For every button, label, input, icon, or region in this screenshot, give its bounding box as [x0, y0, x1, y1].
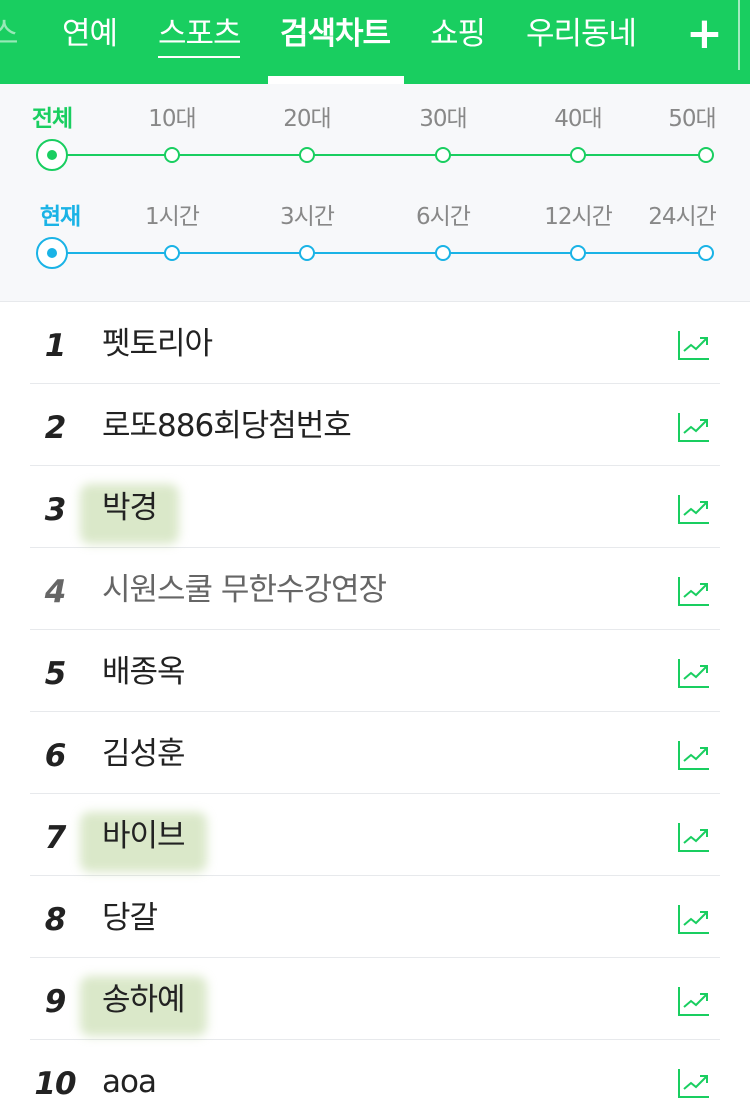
ranking-item[interactable]: 4 시원스쿨 무한수강연장 — [0, 548, 750, 630]
ranking-item[interactable]: 8 당갈 — [0, 876, 750, 958]
time-slider-stop[interactable] — [698, 245, 714, 261]
rank-keyword[interactable]: aoa — [102, 1060, 157, 1104]
ranking-item[interactable]: 9 송하예 — [0, 958, 750, 1040]
time-slider-stop[interactable] — [435, 245, 451, 261]
active-tab-indicator — [268, 76, 404, 84]
tab-shopping[interactable]: 쇼핑 — [430, 12, 486, 56]
tab-sports[interactable]: 스포츠 — [158, 12, 242, 56]
rank-keyword[interactable]: 당갈 — [102, 896, 158, 940]
rank-number: 5 — [44, 656, 67, 692]
age-slider-stop[interactable] — [164, 147, 180, 163]
time-label-24h[interactable]: 24시간 — [648, 202, 717, 232]
trend-chart-icon[interactable] — [676, 818, 712, 854]
age-slider-stop[interactable] — [299, 147, 315, 163]
nav-edge-divider — [738, 0, 740, 70]
trend-chart-icon[interactable] — [676, 490, 712, 526]
rank-keyword[interactable]: 로또886회당첨번호 — [102, 404, 352, 448]
time-label-3h[interactable]: 3시간 — [280, 202, 335, 232]
rank-number: 4 — [44, 574, 67, 610]
rank-number: 10 — [34, 1066, 76, 1102]
rank-keyword[interactable]: 배종옥 — [102, 650, 186, 694]
age-slider-handle[interactable] — [36, 139, 68, 171]
trend-chart-icon[interactable] — [676, 1064, 712, 1100]
top-navigation: 스 연예 스포츠 검색차트 쇼핑 우리동네 + — [0, 0, 750, 84]
trend-chart-icon[interactable] — [676, 654, 712, 690]
time-label-1h[interactable]: 1시간 — [145, 202, 200, 232]
filter-panel: 전체 10대 20대 30대 40대 50대 현재 1시간 3시간 6시간 12… — [0, 84, 750, 302]
rank-keyword[interactable]: 박경 — [102, 486, 158, 530]
trend-chart-icon[interactable] — [676, 326, 712, 362]
time-slider-stop[interactable] — [299, 245, 315, 261]
time-slider-stop[interactable] — [164, 245, 180, 261]
age-label-all[interactable]: 전체 — [32, 104, 73, 134]
age-label-50s[interactable]: 50대 — [668, 104, 716, 134]
ranking-item[interactable]: 7 바이브 — [0, 794, 750, 876]
age-slider-stop[interactable] — [570, 147, 586, 163]
time-slider-track — [52, 252, 706, 254]
rank-keyword[interactable]: 송하예 — [102, 978, 186, 1022]
time-filter-slider[interactable]: 현재 1시간 3시간 6시간 12시간 24시간 — [0, 182, 750, 272]
tab-neighborhood[interactable]: 우리동네 — [526, 12, 637, 56]
rank-keyword[interactable]: 펫토리아 — [102, 322, 213, 366]
rank-number: 1 — [44, 328, 67, 364]
rank-keyword[interactable]: 바이브 — [102, 814, 186, 858]
tab-entertainment[interactable]: 연예 — [62, 12, 118, 56]
rank-keyword[interactable]: 김성훈 — [102, 732, 186, 776]
age-filter-slider[interactable]: 전체 10대 20대 30대 40대 50대 — [0, 84, 750, 174]
ranking-item[interactable]: 10 aoa — [0, 1040, 750, 1116]
trend-chart-icon[interactable] — [676, 900, 712, 936]
ranking-item[interactable]: 6 김성훈 — [0, 712, 750, 794]
time-slider-stop[interactable] — [570, 245, 586, 261]
time-slider-handle[interactable] — [36, 237, 68, 269]
age-slider-track — [52, 154, 706, 156]
tab-search-chart[interactable]: 검색차트 — [280, 12, 391, 56]
ranking-item[interactable]: 1 펫토리아 — [0, 302, 750, 384]
age-label-30s[interactable]: 30대 — [419, 104, 467, 134]
trend-chart-icon[interactable] — [676, 736, 712, 772]
time-label-now[interactable]: 현재 — [40, 202, 81, 232]
tab-sports-underline — [158, 56, 240, 58]
ranking-item[interactable]: 2 로또886회당첨번호 — [0, 384, 750, 466]
trend-chart-icon[interactable] — [676, 408, 712, 444]
age-slider-stop[interactable] — [435, 147, 451, 163]
ranking-item[interactable]: 5 배종옥 — [0, 630, 750, 712]
time-label-12h[interactable]: 12시간 — [544, 202, 613, 232]
rank-keyword[interactable]: 시원스쿨 무한수강연장 — [102, 568, 387, 612]
plus-icon[interactable]: + — [686, 12, 723, 56]
tab-partial[interactable]: 스 — [0, 12, 19, 56]
age-slider-stop[interactable] — [698, 147, 714, 163]
search-ranking-list: 1 펫토리아 2 로또886회당첨번호 3 박경 4 시원스쿨 무한수강연장 5… — [0, 302, 750, 1116]
trend-chart-icon[interactable] — [676, 572, 712, 608]
trend-chart-icon[interactable] — [676, 982, 712, 1018]
rank-number: 2 — [44, 410, 67, 446]
age-label-10s[interactable]: 10대 — [148, 104, 196, 134]
age-label-20s[interactable]: 20대 — [283, 104, 331, 134]
ranking-item[interactable]: 3 박경 — [0, 466, 750, 548]
rank-number: 8 — [44, 902, 67, 938]
age-label-40s[interactable]: 40대 — [554, 104, 602, 134]
rank-number: 6 — [44, 738, 67, 774]
time-label-6h[interactable]: 6시간 — [416, 202, 471, 232]
